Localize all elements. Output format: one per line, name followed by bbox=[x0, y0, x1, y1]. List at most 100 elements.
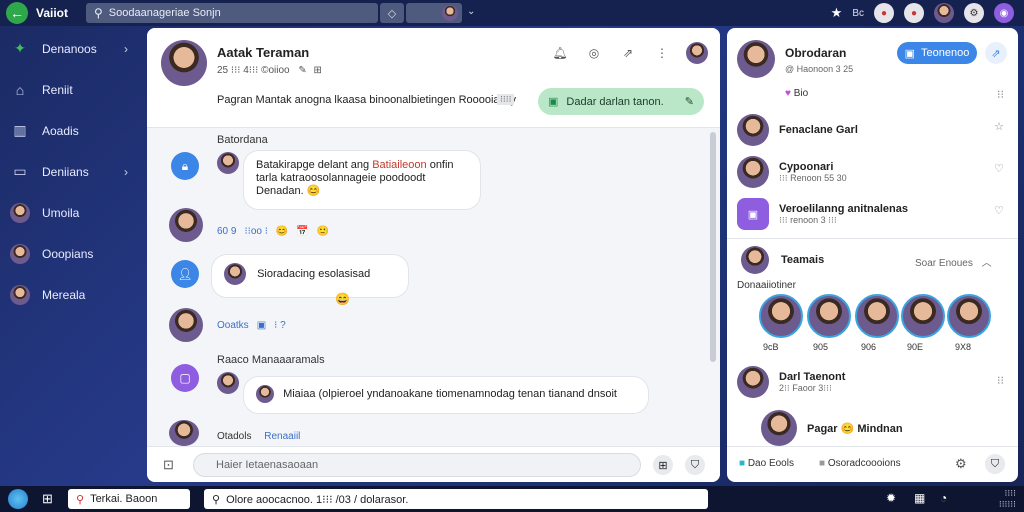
sidebar-item-label: Ooopians bbox=[42, 246, 94, 261]
message-input[interactable]: Haier Ietaenasaoaan bbox=[193, 453, 641, 477]
reaction-emoji[interactable]: 🙂 bbox=[317, 226, 329, 237]
monitor-icon: ▭ bbox=[13, 163, 27, 179]
avatar[interactable] bbox=[169, 308, 203, 342]
teams-link[interactable]: Soar Enoues ︿ bbox=[915, 254, 992, 269]
right-header-sub: @ Haonoon 3 25 bbox=[785, 64, 854, 74]
reaction-emoji[interactable]: 📅 bbox=[296, 226, 308, 237]
avatar[interactable] bbox=[737, 40, 775, 78]
star-icon[interactable]: ☆ bbox=[994, 120, 1004, 133]
sidebar-item-1[interactable]: ⌂ Reniit bbox=[0, 69, 140, 110]
story-avatar[interactable] bbox=[901, 294, 945, 338]
sidebar-item-5[interactable]: Ooopians bbox=[0, 233, 140, 274]
sidebar-item-0[interactable]: ✦ Denanoos › bbox=[0, 28, 140, 69]
share-icon[interactable]: ⇗ bbox=[985, 42, 1007, 64]
avatar[interactable] bbox=[169, 208, 203, 242]
footer-right[interactable]: ■ Osoradcoooions bbox=[819, 458, 901, 469]
avatar[interactable] bbox=[741, 246, 769, 274]
list-item[interactable]: Darl Taenont 2⁝⁝ Faoor 3⁝⁝⁝ bbox=[737, 366, 1009, 398]
chevron-right-icon: › bbox=[124, 164, 128, 179]
chevron-down-icon[interactable]: ⌄ bbox=[467, 6, 475, 17]
reaction-count[interactable]: ⁝⁝oo ⁝ bbox=[244, 226, 267, 237]
list-item[interactable]: Cypoonari ⁝⁝⁝ Renoon 55 30 bbox=[737, 156, 1009, 188]
reaction-row: Ooatks ▣ ⁝ ? bbox=[217, 320, 286, 331]
attach-icon[interactable]: ⊡ bbox=[163, 457, 174, 473]
green-action-button[interactable]: ▣ Dadar darlan tanon. ✎ bbox=[538, 88, 704, 115]
list-item[interactable]: Fenaclane Garl bbox=[737, 114, 1009, 146]
heart-icon[interactable]: ♡ bbox=[994, 162, 1004, 175]
wifi-icon[interactable]: ◔ bbox=[940, 491, 947, 505]
more-vertical-icon[interactable]: ⋮ bbox=[652, 43, 672, 63]
avatar[interactable] bbox=[161, 40, 207, 86]
windows-icon[interactable]: ⊞ bbox=[42, 491, 53, 507]
avatar[interactable] bbox=[169, 420, 199, 446]
message-bubble[interactable]: Batakirapge delant ang Batiaileoon onfin… bbox=[243, 150, 481, 210]
taskbar-search-2[interactable]: ⚲ Olore aoocacnoo. 1⁝⁝⁝ /03 / dolarasor. bbox=[204, 489, 708, 509]
scrollbar[interactable] bbox=[710, 132, 716, 362]
list-item[interactable]: ▣ Veroelilanng anitnalenas ⁝⁝⁝ renoon 3 ⁝… bbox=[737, 198, 1009, 230]
message-bubble[interactable]: Miaiaa (olpieroel yndanoakane tiomenamno… bbox=[243, 376, 649, 414]
story-avatar[interactable] bbox=[855, 294, 899, 338]
chat-icon: ▣ bbox=[904, 47, 916, 60]
clock[interactable]: ⁝⁝⁝⁝ ⁝⁝⁝⁝⁝⁝ bbox=[964, 488, 1016, 510]
gear-icon[interactable]: ✹ bbox=[886, 491, 896, 505]
teams-label: Teamais bbox=[781, 254, 825, 266]
avatar bbox=[442, 5, 458, 21]
back-button[interactable]: ← bbox=[6, 2, 28, 24]
section-label: Batordana bbox=[217, 134, 268, 146]
more-icon[interactable]: ⁝⁝ bbox=[997, 374, 1004, 387]
avatar[interactable] bbox=[217, 152, 239, 174]
user-icon[interactable]: 👤︎ bbox=[171, 260, 199, 288]
shield-icon[interactable]: ⛉ bbox=[985, 454, 1005, 474]
avatar[interactable] bbox=[686, 42, 708, 64]
sidebar-item-2[interactable]: ▥ Aoadis bbox=[0, 110, 140, 151]
story-avatar[interactable] bbox=[807, 294, 851, 338]
grid-icon[interactable]: ▦ bbox=[914, 491, 925, 505]
story-avatar[interactable] bbox=[759, 294, 803, 338]
bag-icon[interactable]: ▢ bbox=[171, 364, 199, 392]
reaction-row: 60 9 ⁝⁝oo ⁝ 😊 📅 🙂 bbox=[217, 226, 329, 237]
sidebar-item-4[interactable]: Umoila bbox=[0, 192, 140, 233]
sidebar-item-3[interactable]: ▭ Deniians › bbox=[0, 151, 140, 192]
start-orb-icon[interactable] bbox=[8, 489, 28, 509]
sidebar-item-6[interactable]: Mereala bbox=[0, 274, 140, 315]
building-icon: ▥ bbox=[13, 122, 27, 138]
compass-icon[interactable]: ◎ bbox=[584, 43, 604, 63]
footer-left[interactable]: ■ Dao Eools bbox=[739, 458, 794, 469]
lock-icon[interactable]: 🔒︎ bbox=[171, 152, 199, 180]
story-count: 90E bbox=[907, 342, 924, 352]
plus-icon[interactable]: ⊞ bbox=[314, 65, 322, 76]
pin-icon[interactable]: ✎ bbox=[298, 65, 306, 76]
shield-icon[interactable]: ⛉ bbox=[685, 455, 705, 475]
topbar-profile[interactable] bbox=[406, 3, 462, 23]
settings-icon[interactable]: ⚙ bbox=[964, 3, 984, 23]
settings-icon[interactable]: ⚙ bbox=[955, 456, 967, 472]
reaction-count[interactable]: 60 9 bbox=[217, 226, 236, 237]
story-avatar[interactable] bbox=[947, 294, 991, 338]
taskbar-search-1[interactable]: ⚲ Terkai. Baoon bbox=[68, 489, 190, 509]
share-icon[interactable]: ⇗ bbox=[618, 43, 638, 63]
emoji: 😊 bbox=[306, 185, 321, 197]
list-item-sub: ⁝⁝⁝ Renoon 55 30 bbox=[779, 172, 847, 183]
notification-icon[interactable]: ● bbox=[874, 3, 894, 23]
bell-icon[interactable]: 🔔︎ bbox=[550, 43, 570, 63]
more-icon[interactable]: ⁝⁝ bbox=[997, 88, 1004, 101]
top-search-input[interactable]: ⚲ Soodaanageriae Sonjn bbox=[86, 3, 378, 23]
profile-icon[interactable]: ◉ bbox=[994, 3, 1014, 23]
topbar-mini-button[interactable]: ◇ bbox=[380, 3, 404, 23]
star-icon[interactable]: ★ bbox=[831, 5, 843, 21]
avatar[interactable] bbox=[934, 3, 954, 23]
message-bubble[interactable]: Sioradacing esolasisad bbox=[211, 254, 409, 298]
reaction-count[interactable]: ⁝ ? bbox=[274, 320, 286, 331]
avatar[interactable] bbox=[217, 372, 239, 394]
alert-icon[interactable]: ● bbox=[904, 3, 924, 23]
primary-button[interactable]: ▣ Teonenoo bbox=[897, 42, 977, 64]
grid-icon[interactable]: ⊞ bbox=[653, 455, 673, 475]
chat-subtitle: 25 ⁝⁝⁝ 4⁝⁝⁝ ©oiioo ✎ ⊞ bbox=[217, 65, 322, 76]
reaction-emoji[interactable]: 😊 bbox=[276, 226, 288, 237]
reaction-count[interactable]: Ooatks bbox=[217, 320, 249, 331]
list-item[interactable]: Pagar 😊 Mindnan bbox=[761, 410, 1018, 446]
app-icon: ▣ bbox=[737, 198, 769, 230]
heart-icon[interactable]: ♡ bbox=[994, 204, 1004, 217]
square-icon[interactable]: ▣ bbox=[257, 320, 266, 331]
footer-link[interactable]: Renaaiil bbox=[264, 431, 300, 442]
